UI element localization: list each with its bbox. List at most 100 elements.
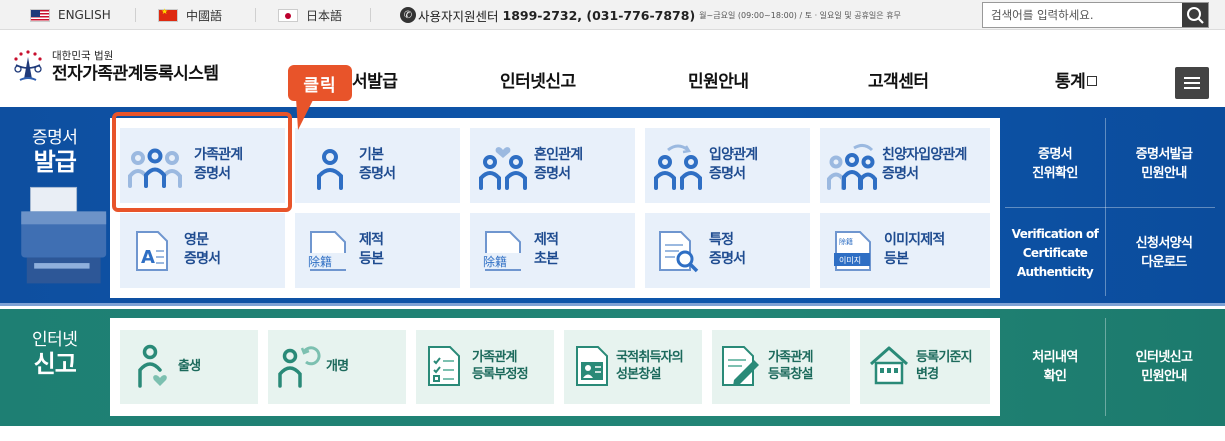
nav-statistics[interactable]: 통계 bbox=[1055, 67, 1098, 92]
nav-internet-report[interactable]: 인터넷신고 bbox=[500, 67, 576, 92]
lang-japanese-link[interactable]: 日本語 bbox=[278, 0, 342, 30]
tile-image-register-copy[interactable]: 除籍 이미지 이미지제적 등본 bbox=[820, 213, 990, 288]
certificate-title-line2: 발급 bbox=[33, 148, 77, 177]
divider bbox=[1105, 318, 1106, 416]
link-label-line2: 확인 bbox=[1043, 369, 1067, 384]
search-button[interactable] bbox=[1182, 3, 1208, 27]
svg-text:A: A bbox=[141, 247, 155, 268]
house-icon bbox=[870, 346, 908, 385]
support-numbers: 1899-2732, (031-776-7878) bbox=[502, 7, 696, 23]
support-label: 사용자지원센터 bbox=[418, 8, 499, 24]
lang-english-link[interactable]: ENGLISH bbox=[30, 0, 111, 30]
tile-marriage-cert[interactable]: 혼인관계 증명서 bbox=[470, 128, 635, 203]
site-logo[interactable]: 대한민국 법원 전자가족관계등록시스템 bbox=[10, 49, 219, 85]
lang-japanese-label: 日本語 bbox=[306, 8, 343, 23]
tile-label-line1: 등록기준지 bbox=[916, 350, 973, 365]
tile-label-line2: 증명서 bbox=[184, 251, 221, 267]
all-menu-button[interactable] bbox=[1175, 67, 1209, 99]
certificate-title-line1: 증명서 bbox=[32, 128, 78, 148]
tile-register-correction-report[interactable]: 가족관계 등록부정정 bbox=[416, 330, 554, 404]
processing-history-link[interactable]: 처리내역 확인 bbox=[1010, 348, 1100, 386]
image-register-icon: 除籍 이미지 bbox=[834, 231, 871, 271]
tile-name-change-report[interactable]: 개명 bbox=[268, 330, 406, 404]
tile-label-line2: 등본 bbox=[359, 251, 384, 267]
lang-english-label: ENGLISH bbox=[58, 8, 111, 22]
nav-certificate[interactable]: 서발급 bbox=[352, 67, 398, 92]
tile-removed-register-copy[interactable]: 除籍 제적 등본 bbox=[295, 213, 460, 288]
link-label-line2: 민원안내 bbox=[1141, 166, 1187, 181]
tile-label-line2: 증명서 bbox=[709, 251, 746, 267]
link-label-line2: 민원안내 bbox=[1141, 369, 1187, 384]
tile-naturalized-surname-report[interactable]: 국적취득자의 성본창설 bbox=[564, 330, 702, 404]
report-section-title: 인터넷 신고 bbox=[32, 330, 78, 379]
tile-register-creation-report[interactable]: 가족관계 등록창설 bbox=[712, 330, 850, 404]
search-input[interactable] bbox=[983, 3, 1181, 27]
svg-text:除籍: 除籍 bbox=[839, 237, 853, 246]
tile-label-line2: 증명서 bbox=[709, 166, 746, 182]
birth-icon bbox=[138, 344, 167, 388]
divider bbox=[255, 8, 256, 22]
support-hours: 월~금요일 (09:00~18:00) / 토 · 일요일 및 공휴일은 휴무 bbox=[699, 10, 901, 20]
english-document-icon: A bbox=[136, 231, 168, 271]
certificate-section-title: 증명서 발급 bbox=[32, 128, 78, 177]
certificate-guide-link[interactable]: 증명서발급 민원안내 bbox=[1110, 145, 1218, 183]
link-label-line3: Authenticity bbox=[1016, 265, 1094, 279]
pen-document-icon bbox=[722, 346, 759, 386]
court-emblem-icon bbox=[14, 50, 42, 81]
tile-label-line1: 제적 bbox=[359, 232, 384, 248]
name-change-icon bbox=[278, 346, 321, 388]
nav-customer-center[interactable]: 고객센터 bbox=[868, 67, 929, 92]
tile-birth-report[interactable]: 출생 bbox=[120, 330, 258, 404]
tile-label-line1: 제적 bbox=[534, 232, 559, 248]
site-header: 대한민국 법원 전자가족관계등록시스템 서발급 인터넷신고 민원안내 고객센터 … bbox=[0, 31, 1225, 106]
tile-label-line1: 가족관계 bbox=[768, 350, 813, 365]
highlight-box bbox=[112, 112, 292, 212]
report-title-line2: 신고 bbox=[33, 350, 77, 379]
link-label-line2: Certificate bbox=[1022, 246, 1088, 260]
removed-register-icon: 除籍 bbox=[307, 231, 349, 271]
link-label-line1: 증명서발급 bbox=[1135, 147, 1193, 162]
tile-label-line2: 증명서 bbox=[359, 166, 396, 182]
link-label-line2: 다운로드 bbox=[1141, 255, 1187, 270]
svg-text:除籍: 除籍 bbox=[308, 254, 332, 269]
tile-label-line2: 등록창설 bbox=[768, 367, 813, 382]
divider bbox=[370, 8, 371, 22]
link-label-line1: 처리내역 bbox=[1032, 350, 1078, 365]
report-title-line1: 인터넷 bbox=[32, 330, 78, 350]
tile-basic-cert[interactable]: 기본 증명서 bbox=[295, 128, 460, 203]
tile-adoption-cert[interactable]: 입양관계 증명서 bbox=[645, 128, 810, 203]
tile-label-line2: 변경 bbox=[916, 367, 939, 382]
tile-label-line1: 영문 bbox=[184, 232, 209, 248]
internet-report-guide-link[interactable]: 인터넷신고 민원안내 bbox=[1110, 348, 1218, 386]
lang-chinese-link[interactable]: 中國語 bbox=[158, 0, 222, 30]
marriage-icon bbox=[479, 147, 527, 190]
support-center-info: ✆ 사용자지원센터 1899-2732, (031-776-7878) 월~금요… bbox=[400, 0, 901, 30]
click-callout: 클릭 bbox=[288, 65, 352, 101]
link-label-line1: 신청서양식 bbox=[1135, 236, 1193, 251]
lang-chinese-label: 中國語 bbox=[186, 8, 223, 23]
link-label-line1: 인터넷신고 bbox=[1135, 350, 1193, 365]
id-card-icon bbox=[576, 346, 608, 386]
tile-label-line1: 기본 bbox=[359, 147, 384, 163]
adoption-icon bbox=[654, 144, 702, 190]
tile-label-line2: 증명서 bbox=[534, 166, 571, 182]
logo-subtitle: 대한민국 법원 bbox=[52, 50, 114, 62]
certificate-verification-link[interactable]: 증명서 진위확인 bbox=[1010, 145, 1100, 183]
tile-removed-register-abstract[interactable]: 除籍 제적 초본 bbox=[470, 213, 635, 288]
verification-english-link[interactable]: Verification of Certificate Authenticity bbox=[1005, 225, 1105, 282]
tile-specific-cert[interactable]: 특정 증명서 bbox=[645, 213, 810, 288]
tile-registration-base-change-report[interactable]: 등록기준지 변경 bbox=[860, 330, 990, 404]
tile-label-line2: 증명서 bbox=[882, 166, 919, 182]
tile-english-cert[interactable]: A 영문 증명서 bbox=[120, 213, 285, 288]
phone-icon: ✆ bbox=[400, 7, 416, 23]
application-form-download-link[interactable]: 신청서양식 다운로드 bbox=[1110, 234, 1218, 272]
nav-civil-guide[interactable]: 민원안내 bbox=[688, 67, 749, 92]
tile-label-line1: 이미지제적 bbox=[884, 232, 945, 248]
search-box bbox=[982, 2, 1209, 28]
tile-label-line1: 가족관계 bbox=[472, 350, 517, 365]
tile-full-adoption-cert[interactable]: 친양자입양관계 증명서 bbox=[820, 128, 990, 203]
callout-pointer bbox=[296, 98, 314, 130]
svg-text:除籍: 除籍 bbox=[483, 254, 507, 269]
tile-label-line2: 성본창설 bbox=[616, 367, 661, 382]
external-link-icon bbox=[1087, 76, 1098, 86]
